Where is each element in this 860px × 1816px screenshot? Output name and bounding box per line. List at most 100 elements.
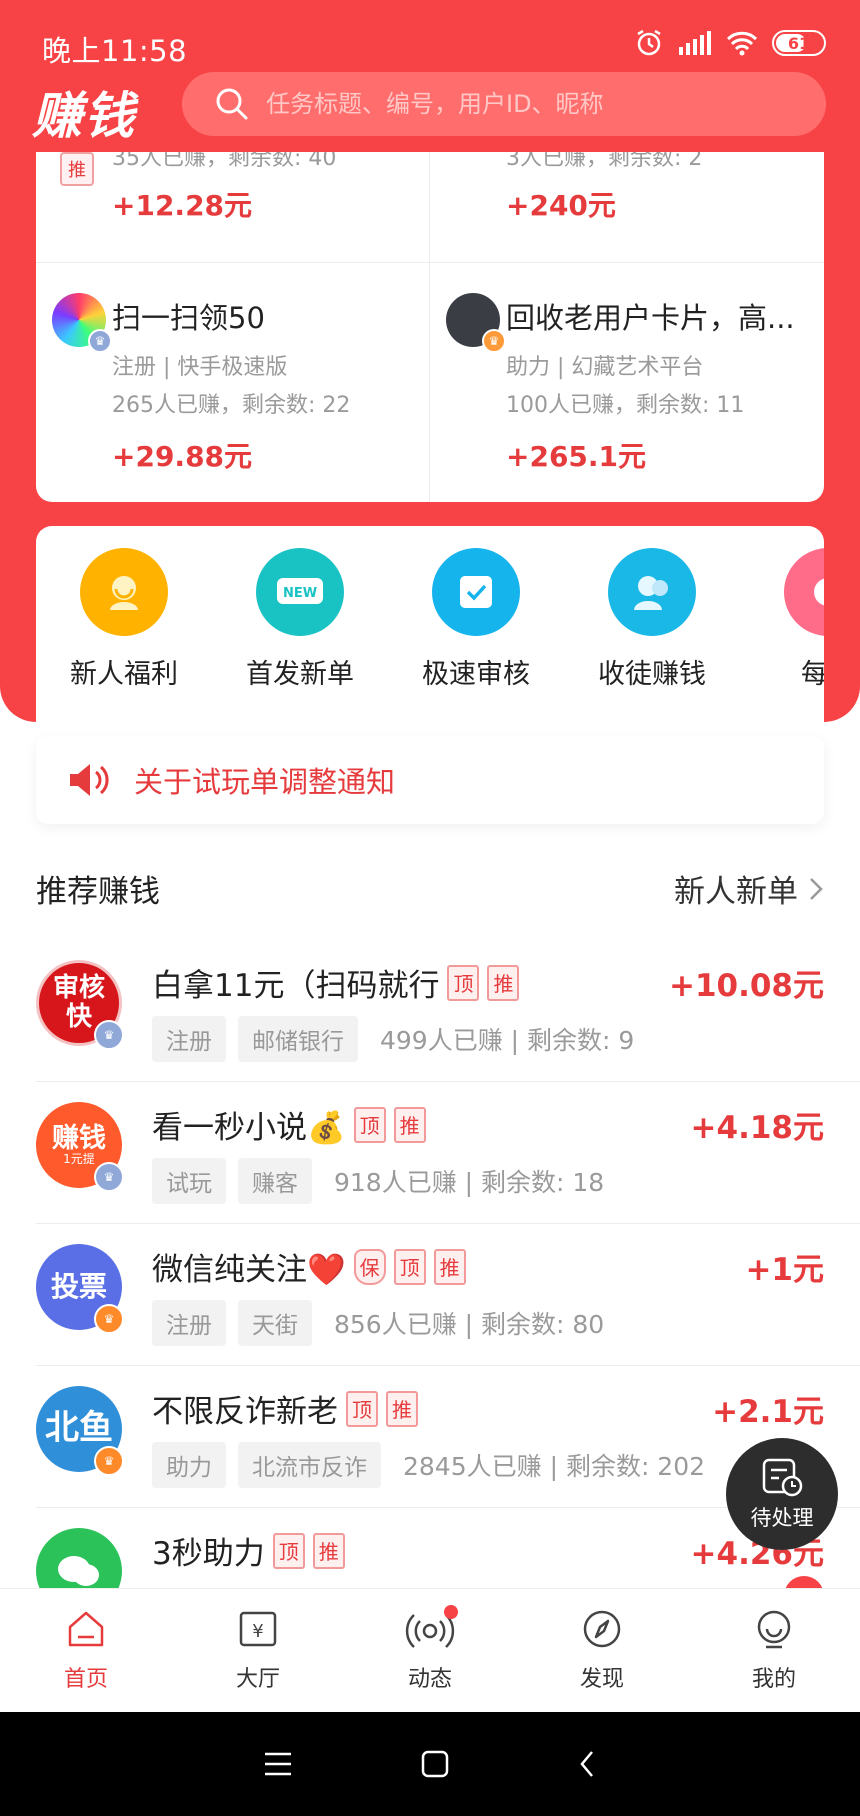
menu-icon[interactable] bbox=[263, 1750, 293, 1778]
task-title: 扫一扫领50 bbox=[112, 301, 265, 335]
list-item[interactable]: 投票 ♛ 微信纯关注❤️ 保 顶 推 +1元 注册 天街 856人已赚 | 剩余… bbox=[36, 1224, 860, 1366]
task-title-row: 微信纯关注❤️ 保 顶 推 bbox=[152, 1244, 466, 1289]
quick-entry-row: 新人福利 NEW 首发新单 极速审核 收徒赚钱 每日 bbox=[36, 526, 824, 722]
pending-clock-icon bbox=[762, 1458, 803, 1497]
nav-discover[interactable]: 发现 bbox=[516, 1589, 688, 1712]
nav-feed[interactable]: 动态 bbox=[344, 1589, 516, 1712]
task-meta: 助力 北流市反诈 2845人已赚 | 剩余数: 202 bbox=[152, 1442, 705, 1488]
nav-label: 动态 bbox=[407, 1667, 452, 1692]
task-stats: 3人已赚，剩余数: 2 bbox=[506, 152, 703, 171]
search-input[interactable] bbox=[266, 90, 786, 118]
quick-entry-fast-review[interactable]: 极速审核 bbox=[388, 548, 564, 691]
svg-text:¥: ¥ bbox=[252, 1621, 263, 1642]
app-header: 赚钱 bbox=[0, 70, 860, 152]
quick-entry-label: 首发新单 bbox=[246, 659, 354, 690]
task-app-chip: 天街 bbox=[238, 1300, 312, 1346]
task-cell[interactable]: ♛ 回收老用户卡片，高... 助力 | 幻藏艺术平台 100人已赚，剩余数: 1… bbox=[430, 263, 824, 502]
nav-label: 发现 bbox=[579, 1667, 624, 1692]
quick-entry-label: 极速审核 bbox=[422, 659, 530, 690]
check-doc-icon bbox=[432, 548, 520, 636]
home-square-icon[interactable] bbox=[420, 1749, 450, 1779]
notice-text: 关于试玩单调整通知 bbox=[134, 765, 396, 799]
guarantee-tag: 保 bbox=[353, 1248, 386, 1285]
level-badge-icon: ♛ bbox=[482, 329, 506, 353]
quick-entry-daily[interactable]: 每日 bbox=[740, 548, 824, 691]
task-reward: +10.08元 bbox=[668, 968, 824, 1004]
recommend-tag: 推 bbox=[386, 1390, 418, 1427]
more-link-label: 新人新单 bbox=[674, 874, 798, 910]
task-type-chip: 注册 bbox=[152, 1300, 226, 1346]
hall-icon: ¥ bbox=[239, 1611, 277, 1647]
task-type-chip: 注册 bbox=[152, 1016, 226, 1062]
task-stats: 856人已赚 | 剩余数: 80 bbox=[334, 1310, 605, 1339]
quick-entry-label: 收徒赚钱 bbox=[598, 659, 706, 690]
task-stats: 265人已赚，剩余数: 22 bbox=[112, 393, 351, 418]
speaker-icon bbox=[70, 764, 109, 796]
level-badge-icon: ♛ bbox=[88, 329, 112, 353]
level-badge-icon: ♛ bbox=[94, 1162, 124, 1192]
home-icon bbox=[68, 1611, 104, 1647]
pending-button[interactable]: 待处理 bbox=[726, 1438, 838, 1550]
status-time: 晚上11:58 bbox=[42, 34, 188, 68]
status-bar: 晚上11:58 61 bbox=[0, 0, 860, 70]
task-cell[interactable]: 推 35人已赚，剩余数: 40 +12.28元 bbox=[36, 152, 430, 262]
task-meta: 注册 邮储银行 499人已赚 | 剩余数: 9 bbox=[152, 1016, 634, 1062]
task-stats: 2845人已赚 | 剩余数: 202 bbox=[403, 1452, 706, 1481]
list-item[interactable]: 审核快 ♛ 白拿11元（扫码就行 顶 推 +10.08元 注册 邮储银行 499… bbox=[36, 940, 860, 1082]
nav-label: 我的 bbox=[751, 1667, 796, 1692]
back-icon[interactable] bbox=[577, 1749, 597, 1779]
task-title: 微信纯关注❤️ bbox=[152, 1252, 346, 1288]
top-tag: 顶 bbox=[272, 1532, 305, 1569]
task-title: 不限反诈新老 bbox=[152, 1394, 338, 1430]
task-category: 注册 | 快手极速版 bbox=[112, 355, 288, 380]
task-title: 3秒助力 bbox=[152, 1536, 265, 1572]
task-meta: 试玩 赚客 918人已赚 | 剩余数: 18 bbox=[152, 1158, 604, 1204]
level-badge-icon: ♛ bbox=[94, 1304, 124, 1334]
new-user-orders-link[interactable]: 新人新单 bbox=[674, 866, 824, 911]
task-reward: +240元 bbox=[506, 189, 616, 222]
task-type-chip: 试玩 bbox=[152, 1158, 226, 1204]
task-reward: +2.1元 bbox=[712, 1394, 824, 1430]
chevron-right-icon bbox=[810, 877, 823, 900]
task-title-row: 白拿11元（扫码就行 顶 推 bbox=[152, 960, 520, 1005]
smile-face-icon bbox=[80, 548, 168, 636]
svg-text:NEW: NEW bbox=[283, 586, 317, 601]
quick-entry-label: 每日 bbox=[801, 659, 824, 690]
task-cell[interactable]: 3人已赚，剩余数: 2 +240元 bbox=[430, 152, 824, 262]
list-item[interactable]: 赚钱 1元提 ♛ 看一秒小说💰 顶 推 +4.18元 试玩 赚客 918人已赚 … bbox=[36, 1082, 860, 1224]
system-nav-bar bbox=[0, 1712, 860, 1816]
nav-profile[interactable]: 我的 bbox=[688, 1589, 860, 1712]
level-badge-icon: ♛ bbox=[94, 1446, 124, 1476]
recommend-tag: 推 bbox=[393, 1106, 426, 1143]
quick-entry-label: 新人福利 bbox=[70, 659, 178, 690]
quick-entry-apprentice[interactable]: 收徒赚钱 bbox=[564, 548, 740, 691]
task-stats: 918人已赚 | 剩余数: 18 bbox=[334, 1168, 605, 1197]
recommend-tag: 推 bbox=[60, 152, 94, 186]
nav-home[interactable]: 首页 bbox=[0, 1589, 172, 1712]
notice-bar[interactable]: 关于试玩单调整通知 bbox=[36, 736, 824, 824]
recommend-tag: 推 bbox=[312, 1532, 345, 1569]
people-icon bbox=[608, 548, 696, 636]
recommend-tag: 推 bbox=[487, 964, 520, 1001]
task-type-chip: 助力 bbox=[152, 1442, 226, 1488]
search-bar[interactable] bbox=[182, 72, 826, 136]
level-badge-icon: ♛ bbox=[94, 1020, 124, 1050]
task-stats: 35人已赚，剩余数: 40 bbox=[112, 152, 337, 171]
task-cell[interactable]: ♛ 扫一扫领50 注册 | 快手极速版 265人已赚，剩余数: 22 +29.8… bbox=[36, 263, 430, 502]
task-reward: +265.1元 bbox=[506, 440, 647, 473]
battery-icon: 61 bbox=[772, 30, 826, 56]
task-title: 看一秒小说💰 bbox=[152, 1110, 346, 1146]
task-category: 助力 | 幻藏艺术平台 bbox=[506, 355, 704, 380]
top-tag: 顶 bbox=[447, 964, 480, 1001]
quick-entry-new-orders[interactable]: NEW 首发新单 bbox=[212, 548, 388, 691]
nav-hall[interactable]: ¥ 大厅 bbox=[172, 1589, 344, 1712]
task-stats: 499人已赚 | 剩余数: 9 bbox=[380, 1026, 635, 1055]
quick-entry-new-user[interactable]: 新人福利 bbox=[36, 548, 212, 691]
task-stats: 100人已赚，剩余数: 11 bbox=[506, 393, 745, 418]
task-meta: 注册 天街 856人已赚 | 剩余数: 80 bbox=[152, 1300, 604, 1346]
task-reward: +1元 bbox=[745, 1252, 824, 1288]
task-title-row: 3秒助力 顶 推 bbox=[152, 1528, 345, 1573]
section-title: 推荐赚钱 bbox=[36, 874, 160, 910]
task-grid-card: 推 35人已赚，剩余数: 40 +12.28元 3人已赚，剩余数: 2 +240… bbox=[36, 152, 824, 502]
task-reward: +4.18元 bbox=[690, 1110, 824, 1146]
